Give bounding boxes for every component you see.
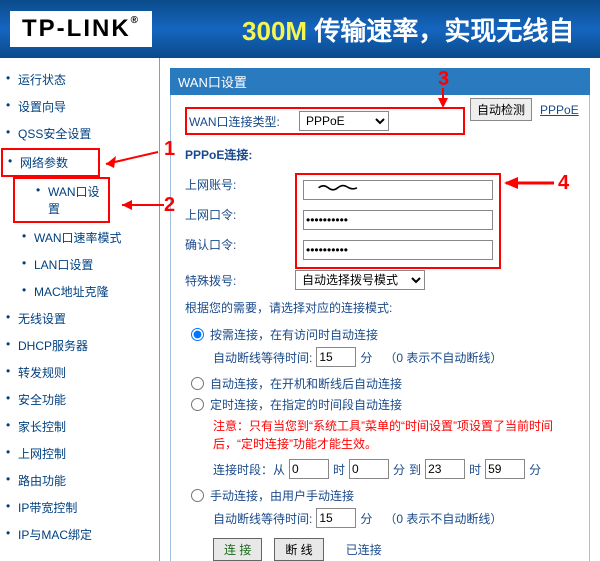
radio-timed-label: 定时连接，在指定的时间段自动连接	[210, 396, 402, 413]
pppoe-header: PPPoE连接:	[185, 146, 295, 163]
period-h2[interactable]	[425, 459, 465, 479]
radio-manual-label: 手动连接，由用户手动连接	[210, 487, 354, 504]
period-h1[interactable]	[289, 459, 329, 479]
idle-hint: （0 表示不自动断线）	[384, 349, 502, 366]
sidebar-item-mac[interactable]: MAC地址克隆	[0, 278, 159, 305]
confirm-input[interactable]	[303, 240, 493, 260]
password-input[interactable]	[303, 210, 493, 230]
idle-label: 自动断线等待时间:	[213, 349, 312, 366]
sidebar-item-lan[interactable]: LAN口设置	[0, 251, 159, 278]
sidebar-item-parental[interactable]: 家长控制	[0, 413, 159, 440]
sidebar-item-wizard[interactable]: 设置向导	[0, 93, 159, 120]
logo: TP-LINK®	[10, 11, 152, 47]
dial-select[interactable]: 自动选择拨号模式	[295, 270, 425, 290]
sidebar-item-network[interactable]: 网络参数	[2, 149, 99, 176]
period-m2[interactable]	[485, 459, 525, 479]
radio-auto[interactable]	[191, 377, 204, 390]
radio-ondemand-label: 按需连接，在有访问时自动连接	[210, 326, 378, 343]
sidebar-item-route[interactable]: 路由功能	[0, 467, 159, 494]
radio-manual[interactable]	[191, 489, 204, 502]
radio-auto-label: 自动连接，在开机和断线后自动连接	[210, 375, 402, 392]
sidebar-item-wan[interactable]: WAN口设置	[14, 178, 109, 222]
sidebar-item-ipmac[interactable]: IP与MAC绑定	[0, 521, 159, 548]
dial-label: 特殊拨号:	[185, 272, 295, 289]
credentials-highlight	[295, 173, 501, 269]
disconnect-button[interactable]: 断 线	[274, 538, 323, 561]
idle-input-2[interactable]	[316, 508, 356, 528]
sidebar-item-security[interactable]: 安全功能	[0, 386, 159, 413]
radio-ondemand[interactable]	[191, 328, 204, 341]
account-label: 上网账号:	[185, 176, 295, 193]
tagline: 300M 传输速率，实现无线自	[242, 11, 574, 48]
confirm-label: 确认口令:	[185, 236, 295, 253]
conn-status: 已连接	[346, 541, 382, 558]
main-panel: WAN口设置 WAN口连接类型: PPPoE 自动检测 PPPoE PPPoE连…	[160, 58, 600, 561]
sidebar-item-bandwidth[interactable]: IP带宽控制	[0, 494, 159, 521]
pppoe-link[interactable]: PPPoE	[540, 103, 579, 117]
sidebar-item-wan-speed[interactable]: WAN口速率模式	[0, 224, 159, 251]
conn-type-select[interactable]: PPPoE	[299, 111, 389, 131]
period-m1[interactable]	[349, 459, 389, 479]
sidebar-item-qss[interactable]: QSS安全设置	[0, 120, 159, 147]
sidebar-item-forward[interactable]: 转发规则	[0, 359, 159, 386]
auto-detect-button[interactable]: 自动检测	[470, 98, 532, 121]
sidebar-item-dhcp[interactable]: DHCP服务器	[0, 332, 159, 359]
mode-note: 根据您的需要，请选择对应的连接模式:	[185, 299, 575, 316]
sidebar-item-access[interactable]: 上网控制	[0, 440, 159, 467]
password-label: 上网口令:	[185, 206, 295, 223]
conn-type-label: WAN口连接类型:	[189, 113, 299, 130]
sidebar-item-status[interactable]: 运行状态	[0, 66, 159, 93]
sidebar-item-wireless[interactable]: 无线设置	[0, 305, 159, 332]
connect-button[interactable]: 连 接	[213, 538, 262, 561]
panel-title: WAN口设置	[170, 68, 590, 95]
radio-timed[interactable]	[191, 398, 204, 411]
app-header: TP-LINK® 300M 传输速率，实现无线自	[0, 0, 600, 58]
sidebar: 运行状态 设置向导 QSS安全设置 网络参数 WAN口设置 WAN口速率模式 L…	[0, 58, 160, 561]
idle-input-1[interactable]	[316, 347, 356, 367]
timed-warning: 注意：只有当您到“系统工具”菜单的“时间设置”项设置了当前时间后，“定时连接”功…	[213, 417, 575, 453]
